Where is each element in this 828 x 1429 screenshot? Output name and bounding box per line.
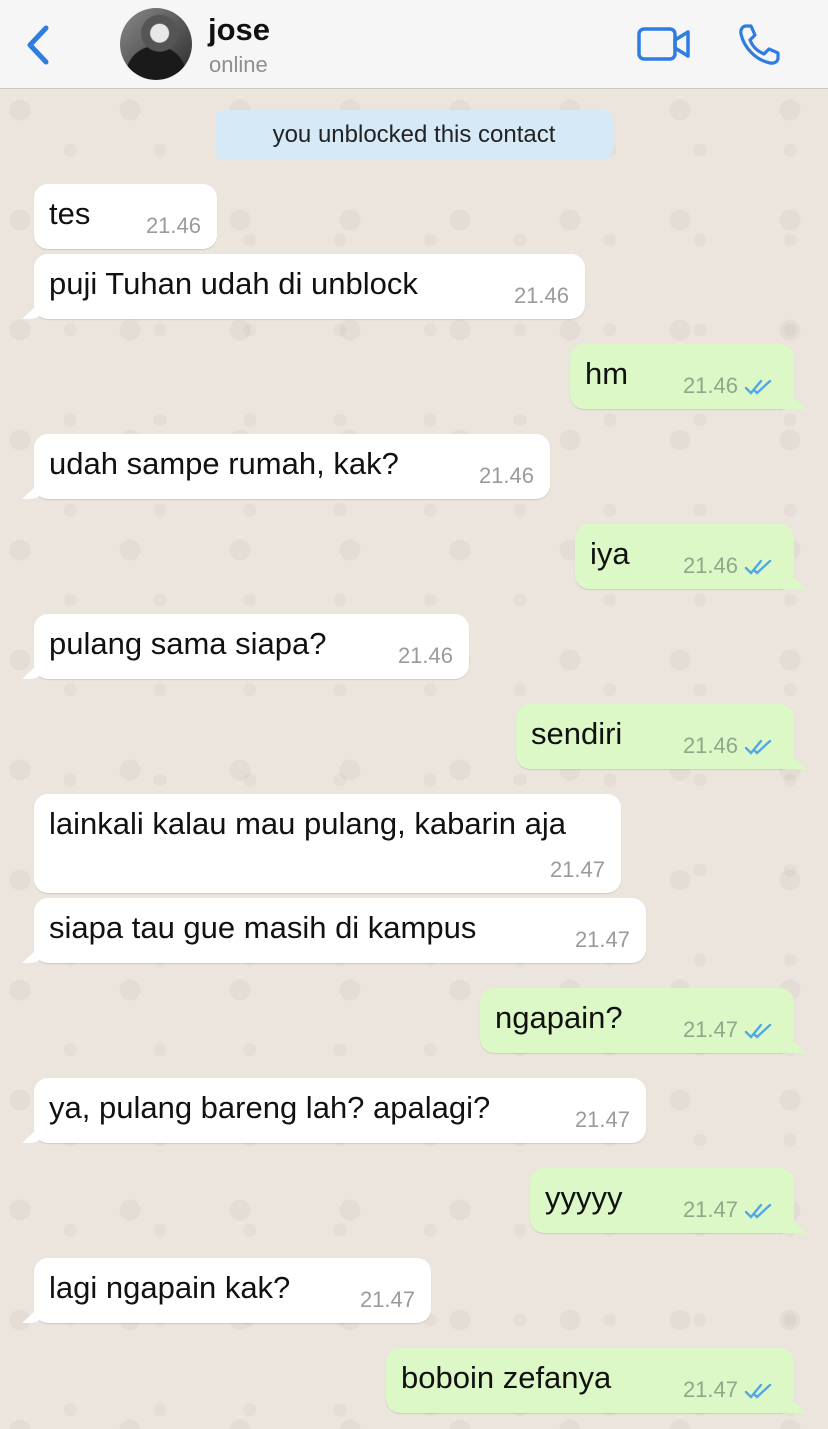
message-time: 21.46 (145, 213, 201, 238)
message-bubble-outgoing[interactable]: sendiri 21.46 (516, 704, 794, 769)
message-bubble-incoming[interactable]: udah sampe rumah, kak? 21.46 (34, 434, 550, 499)
message-bubble-incoming[interactable]: lagi ngapain kak? 21.47 (34, 1258, 431, 1323)
message-time: 21.47 (359, 1287, 415, 1312)
video-call-button[interactable] (636, 24, 692, 64)
chat-header: jose online (0, 0, 828, 89)
message-time: 21.47 (574, 927, 630, 952)
message-text: udah sampe rumah, kak? (49, 446, 399, 481)
message-time: 21.46 (682, 553, 738, 578)
message-time: 21.46 (513, 283, 569, 308)
message-bubble-outgoing[interactable]: ngapain? 21.47 (480, 988, 794, 1053)
message-bubble-incoming[interactable]: pulang sama siapa? 21.46 (34, 614, 469, 679)
message-bubble-incoming[interactable]: puji Tuhan udah di unblock 21.46 (34, 254, 585, 319)
message-time: 21.46 (397, 643, 453, 668)
message-text: tes (49, 196, 91, 231)
message-time: 21.47 (682, 1197, 738, 1222)
message-bubble-incoming[interactable]: tes 21.46 (34, 184, 217, 249)
contact-status: online (209, 52, 268, 77)
read-receipt-icon (744, 1203, 772, 1219)
message-text: boboin zefanya (401, 1360, 612, 1395)
message-text: ya, pulang bareng lah? apalagi? (49, 1090, 491, 1125)
message-bubble-incoming[interactable]: siapa tau gue masih di kampus 21.47 (34, 898, 646, 963)
read-receipt-icon (744, 739, 772, 755)
message-bubble-outgoing[interactable]: iya 21.46 (575, 524, 794, 589)
message-bubble-outgoing[interactable]: boboin zefanya 21.47 (386, 1348, 794, 1413)
message-bubble-outgoing[interactable]: yyyyy 21.47 (530, 1168, 794, 1233)
message-time: 21.46 (682, 373, 738, 398)
message-text: lagi ngapain kak? (49, 1270, 291, 1305)
message-text: hm (585, 356, 629, 391)
video-camera-icon (637, 27, 690, 61)
contact-name[interactable]: jose (208, 12, 270, 48)
message-text: lainkali kalau mau pulang, kabarin aja (49, 806, 566, 841)
read-receipt-icon (744, 1383, 772, 1399)
message-text: sendiri (531, 716, 623, 751)
message-time: 21.47 (682, 1377, 738, 1402)
message-bubble-incoming[interactable]: lainkali kalau mau pulang, kabarin aja 2… (34, 794, 621, 893)
system-note: you unblocked this contact (215, 110, 613, 160)
message-time: 21.47 (574, 1107, 630, 1132)
message-bubble-incoming[interactable]: ya, pulang bareng lah? apalagi? 21.47 (34, 1078, 646, 1143)
read-receipt-icon (744, 559, 772, 575)
phone-icon (739, 24, 780, 65)
message-text: puji Tuhan udah di unblock (49, 266, 418, 301)
voice-call-button[interactable] (736, 22, 782, 68)
message-time: 21.47 (682, 1017, 738, 1042)
message-text: yyyyy (545, 1180, 623, 1215)
back-button[interactable] (18, 22, 58, 68)
message-bubble-outgoing[interactable]: hm 21.46 (570, 344, 794, 409)
message-text: siapa tau gue masih di kampus (49, 910, 477, 945)
read-receipt-icon (744, 1023, 772, 1039)
message-text: iya (590, 536, 630, 571)
contact-avatar[interactable] (120, 8, 192, 80)
message-time: 21.46 (478, 463, 534, 488)
message-time: 21.46 (682, 733, 738, 758)
message-text: pulang sama siapa? (49, 626, 327, 661)
chevron-left-icon (27, 25, 49, 65)
message-time: 21.47 (549, 857, 605, 882)
read-receipt-icon (744, 379, 772, 395)
message-text: ngapain? (495, 1000, 623, 1035)
